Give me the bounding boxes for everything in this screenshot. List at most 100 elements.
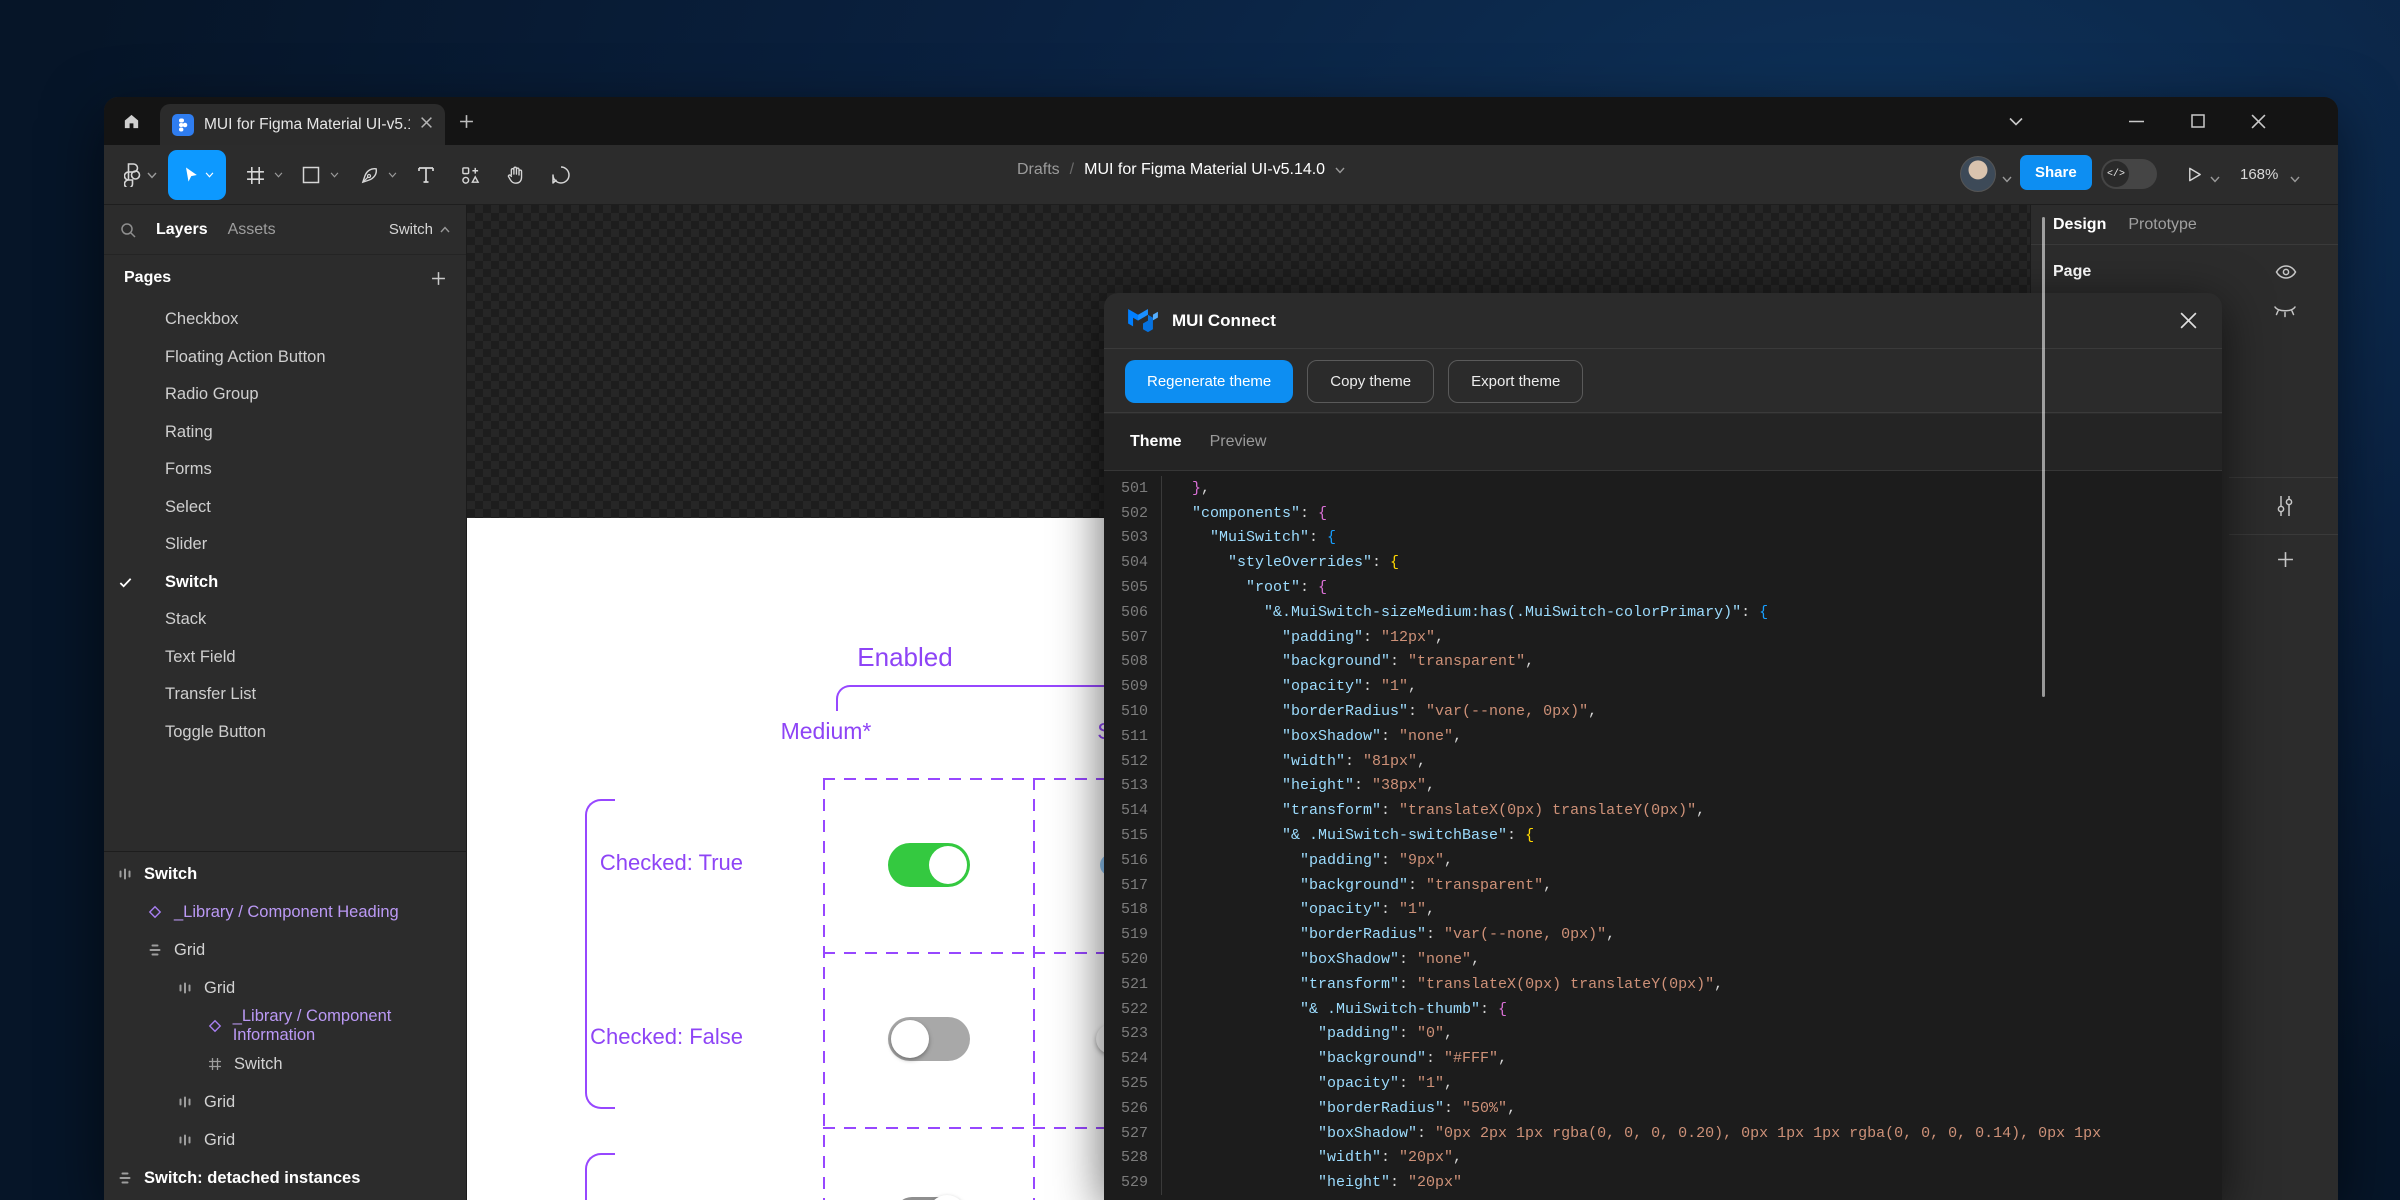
page-item[interactable]: Rating <box>104 414 466 452</box>
instance-icon <box>208 1019 233 1033</box>
autolayout-h-icon <box>118 867 144 881</box>
layer-item[interactable]: _Library / Component Heading <box>104 893 466 931</box>
autolayout-v-icon <box>148 943 174 957</box>
tab-theme[interactable]: Theme <box>1130 433 1182 451</box>
code-line: 502"components": { <box>1104 501 2222 526</box>
window-maximize-icon[interactable] <box>2176 97 2220 145</box>
line-number: 515 <box>1104 823 1162 848</box>
page-item[interactable]: Transfer List <box>104 676 466 714</box>
add-icon[interactable] <box>2277 551 2294 573</box>
page-item[interactable]: Select <box>104 489 466 527</box>
eye-icon[interactable] <box>2275 263 2297 286</box>
page-item[interactable]: Stack <box>104 601 466 639</box>
breadcrumb-filename[interactable]: MUI for Figma Material UI-v5.14.0 <box>1084 161 1325 179</box>
comment-tool[interactable] <box>542 150 580 200</box>
share-button[interactable]: Share <box>2020 155 2092 190</box>
dialog-close-icon[interactable] <box>2179 311 2198 330</box>
tab-preview[interactable]: Preview <box>1210 433 1267 451</box>
page-item-label: Floating Action Button <box>146 348 326 367</box>
export-theme-button[interactable]: Export theme <box>1448 360 1583 403</box>
page-item[interactable]: Floating Action Button <box>104 339 466 377</box>
tab-close-icon[interactable] <box>420 116 433 134</box>
page-item[interactable]: Radio Group <box>104 376 466 414</box>
instance-icon <box>148 905 174 919</box>
line-number: 511 <box>1104 724 1162 749</box>
autolayout-h-icon <box>178 981 204 995</box>
layer-item[interactable]: Grid <box>104 931 466 969</box>
tab-layers[interactable]: Layers <box>156 221 208 239</box>
layer-item[interactable]: Grid <box>104 1121 466 1159</box>
layer-item[interactable]: Switch: detached instances <box>104 1159 466 1197</box>
regenerate-theme-button[interactable]: Regenerate theme <box>1125 360 1293 403</box>
page-item-label: Select <box>146 498 211 517</box>
frame-tool[interactable] <box>238 150 272 200</box>
page-item[interactable]: Toggle Button <box>104 714 466 752</box>
row2-label: Checked: False <box>543 1024 743 1050</box>
layer-item[interactable]: Switch <box>104 1045 466 1083</box>
layers-list[interactable]: Switch_Library / Component HeadingGridGr… <box>104 855 466 1200</box>
page-item[interactable]: Checkbox <box>104 301 466 339</box>
add-page-icon[interactable] <box>431 271 446 286</box>
line-number: 516 <box>1104 848 1162 873</box>
dev-mode-toggle[interactable]: </> <box>2101 159 2157 189</box>
home-icon[interactable] <box>116 107 146 135</box>
layer-item[interactable]: _Library / Component Information <box>104 1007 466 1045</box>
breadcrumb-drafts[interactable]: Drafts <box>1017 161 1060 179</box>
line-number: 523 <box>1104 1022 1162 1047</box>
layer-item[interactable]: Switch <box>104 855 466 893</box>
hand-tool[interactable] <box>496 150 534 200</box>
layer-item[interactable]: Grid <box>104 1083 466 1121</box>
line-number: 510 <box>1104 699 1162 724</box>
dialog-title: MUI Connect <box>1172 311 2165 331</box>
page-item[interactable]: Switch <box>104 564 466 602</box>
resources-tool[interactable] <box>452 150 488 200</box>
layer-item-label: Switch <box>144 865 197 884</box>
row1-label: Checked: True <box>543 850 743 876</box>
pages-list[interactable]: Checkbox Floating Action Button Radio Grou… <box>104 301 466 849</box>
code-editor[interactable]: 501},502"components": {503"MuiSwitch": {… <box>1104 471 2222 1200</box>
tab-prototype[interactable]: Prototype <box>2128 216 2196 234</box>
page-selector[interactable]: Switch <box>389 221 450 238</box>
shape-tool[interactable] <box>294 150 328 200</box>
file-tab[interactable]: MUI for Figma Material UI-v5.14.0 <box>160 104 445 145</box>
present-play-icon[interactable] <box>2180 161 2208 187</box>
breadcrumb-chevron-icon[interactable] <box>1335 167 1345 174</box>
line-number: 528 <box>1104 1146 1162 1171</box>
pen-tool[interactable] <box>352 150 386 200</box>
move-tool[interactable] <box>168 150 226 200</box>
layer-item[interactable]: Grid <box>104 969 466 1007</box>
code-line: 514"transform": "translateX(0px) transla… <box>1104 798 2222 823</box>
layer-item-label: _Library / Component Information <box>233 1007 466 1045</box>
avatar[interactable] <box>1960 156 1996 192</box>
line-number: 518 <box>1104 898 1162 923</box>
present-chevron-icon[interactable] <box>2210 170 2220 188</box>
panel-scrollbar[interactable] <box>2042 217 2045 697</box>
page-item[interactable]: Forms <box>104 451 466 489</box>
page-item[interactable]: Text Field <box>104 639 466 677</box>
code-line: 511"boxShadow": "none", <box>1104 724 2222 749</box>
adjust-sliders-icon[interactable] <box>2275 495 2295 522</box>
page-item-label: Rating <box>146 423 213 442</box>
shape-tool-chevron-icon[interactable] <box>326 150 342 200</box>
window-minimize-icon[interactable] <box>2114 97 2158 145</box>
window-menu-chevron-icon[interactable] <box>1994 97 2038 145</box>
pen-tool-chevron-icon[interactable] <box>384 150 400 200</box>
window-close-icon[interactable] <box>2236 97 2280 145</box>
text-tool[interactable] <box>408 150 444 200</box>
avatar-chevron-icon[interactable] <box>2002 170 2012 188</box>
code-line: 509"opacity": "1", <box>1104 674 2222 699</box>
page-item[interactable]: Slider <box>104 526 466 564</box>
tab-assets[interactable]: Assets <box>228 221 276 239</box>
search-icon[interactable] <box>120 222 136 238</box>
line-number: 519 <box>1104 922 1162 947</box>
new-tab-icon[interactable] <box>453 109 479 133</box>
zoom-level[interactable]: 168% <box>2240 166 2278 183</box>
frame-tool-chevron-icon[interactable] <box>270 150 286 200</box>
line-number: 501 <box>1104 476 1162 501</box>
eye-closed-icon[interactable] <box>2273 305 2297 324</box>
pages-header: Pages <box>124 269 431 287</box>
figma-menu-icon[interactable] <box>114 150 166 200</box>
copy-theme-button[interactable]: Copy theme <box>1307 360 1434 403</box>
tab-design[interactable]: Design <box>2053 216 2106 234</box>
zoom-chevron-icon[interactable] <box>2290 170 2300 188</box>
